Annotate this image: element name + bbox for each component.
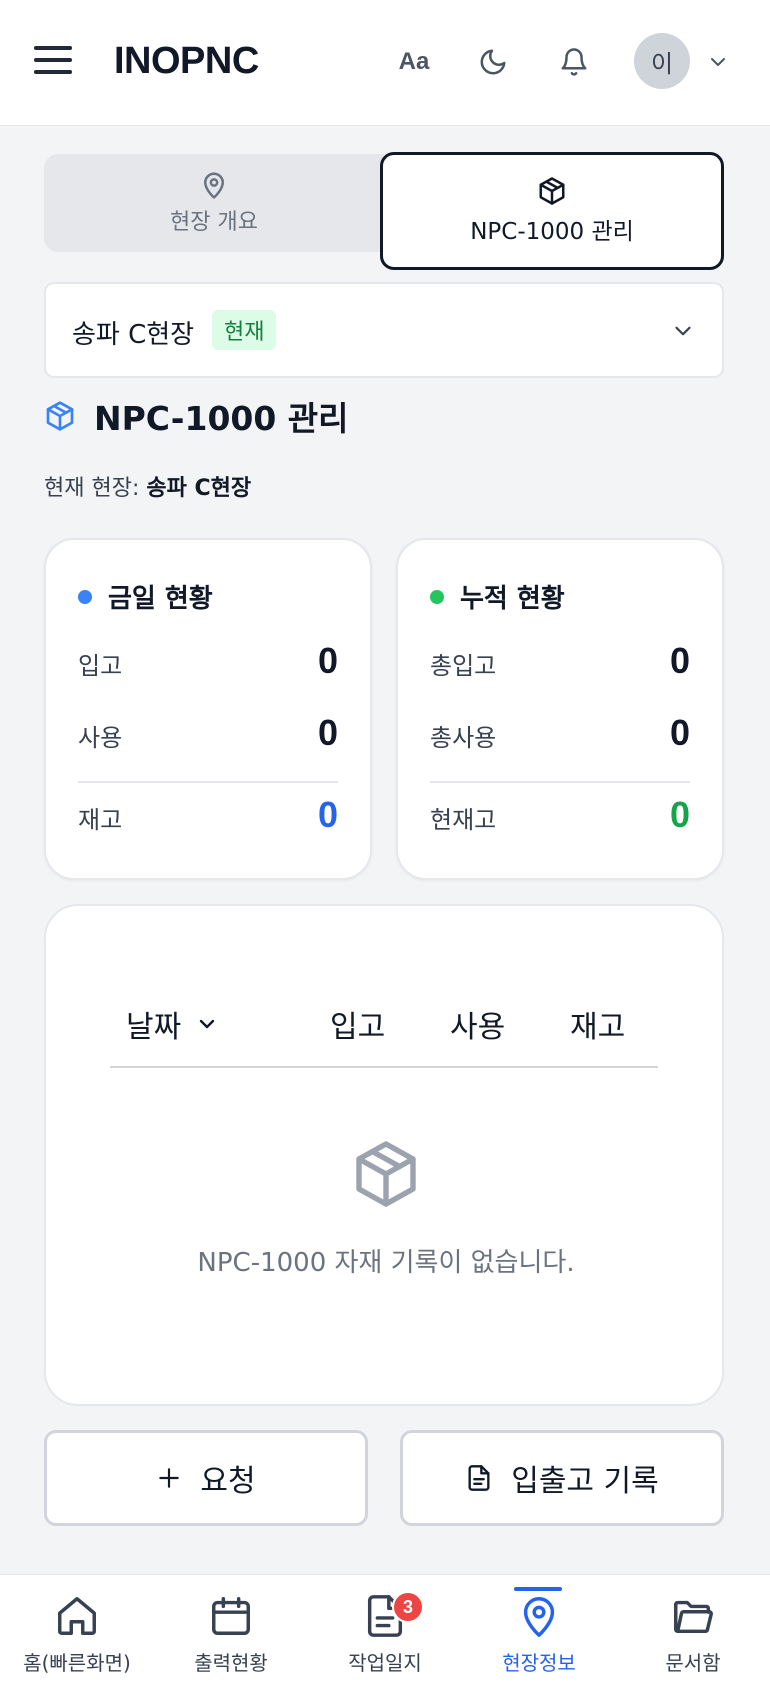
current-site-value: 송파 C현장: [146, 476, 252, 501]
card-header: 금일 현황: [78, 578, 213, 615]
current-stock-label: 현재고: [430, 806, 497, 834]
moon-icon: [480, 49, 506, 75]
current-site-label: 현재 현장:: [44, 476, 140, 501]
stock-label: 재고: [78, 806, 123, 834]
today-status-card: 금일 현황 입고 0 사용 0 재고 0: [44, 538, 372, 880]
inout-records-button[interactable]: 입출고 기록: [400, 1430, 724, 1526]
column-header-usage: 사용: [450, 1010, 506, 1045]
chevron-down-icon[interactable]: [706, 50, 730, 74]
notifications-button[interactable]: [550, 38, 598, 86]
total-incoming-label: 총입고: [430, 652, 497, 680]
tab-site-overview[interactable]: 현장 개요: [44, 154, 384, 252]
site-name: 송파 C현장: [72, 320, 195, 350]
tab-label: 현장 개요: [170, 210, 258, 235]
nav-label: 현장정보: [502, 1651, 576, 1675]
package-icon: [539, 177, 565, 205]
calendar-icon: [212, 1597, 250, 1635]
notification-count-badge: 3: [392, 1591, 424, 1623]
usage-value: 0: [317, 712, 338, 753]
chevron-down-icon: [200, 1019, 215, 1029]
nav-label: 출력현황: [194, 1651, 268, 1675]
nav-item-attendance[interactable]: 출력현황: [154, 1575, 308, 1684]
date-sort-header[interactable]: 날짜: [126, 1002, 219, 1046]
card-title: 금일 현황: [108, 584, 213, 614]
request-button[interactable]: 요청: [44, 1430, 368, 1526]
nav-item-worklog[interactable]: 작업일지: [308, 1575, 462, 1684]
header-divider: [110, 1066, 658, 1068]
section-title: NPC-1000 관리: [44, 392, 349, 440]
tab-label: NPC-1000 관리: [470, 219, 634, 245]
empty-state-message: NPC-1000 자재 기록이 없습니다.: [197, 1248, 575, 1278]
records-table: 날짜 입고 사용 재고 NPC-1000 자재 기록이 없습니다.: [44, 904, 724, 1406]
map-pin-icon: [204, 172, 224, 199]
current-site-line: 현재 현장: 송파 C현장: [44, 470, 251, 502]
column-header-incoming: 입고: [330, 1010, 386, 1045]
total-usage-value: 0: [669, 712, 690, 753]
nav-item-home[interactable]: 홈(빠른화면): [0, 1575, 154, 1684]
incoming-value: 0: [317, 640, 338, 681]
status-dot: [430, 589, 444, 604]
nav-label: 문서함: [665, 1651, 721, 1675]
column-header-date: 날짜: [126, 1010, 182, 1045]
bottom-navigation: 홈(빠른화면) 출력현황 작업일지 3 현장정보 문서함: [0, 1574, 770, 1684]
folder-icon: [674, 1600, 713, 1634]
status-badge: 현재: [212, 310, 277, 350]
plus-icon: [159, 1468, 180, 1488]
page-tabs: 현장 개요 NPC-1000 관리: [44, 152, 724, 270]
divider: [430, 781, 690, 783]
usage-label: 사용: [78, 724, 123, 752]
nav-label: 작업일지: [348, 1651, 422, 1675]
map-pin-icon: [523, 1597, 555, 1637]
nav-item-site-info[interactable]: 현장정보: [462, 1575, 616, 1684]
bell-icon: [561, 48, 587, 76]
card-title: 누적 현황: [460, 584, 565, 614]
dark-mode-button[interactable]: [469, 38, 517, 86]
font-size-button[interactable]: Aa: [390, 38, 438, 86]
card-header: 누적 현황: [430, 578, 565, 615]
avatar[interactable]: 이: [634, 33, 690, 89]
divider: [78, 781, 338, 783]
document-icon: [468, 1465, 490, 1491]
chevron-down-icon: [675, 326, 691, 336]
font-size-label: Aa: [398, 48, 430, 75]
request-button-label: 요청: [200, 1464, 256, 1499]
nav-label: 홈(빠른화면): [23, 1651, 131, 1675]
cumulative-status-card: 누적 현황 총입고 0 총사용 0 현재고 0: [396, 538, 724, 880]
total-usage-label: 총사용: [430, 724, 497, 752]
package-icon: [46, 401, 74, 431]
status-dot: [78, 589, 92, 604]
current-stock-value: 0: [669, 794, 690, 835]
menu-icon[interactable]: [34, 44, 72, 76]
page-title: NPC-1000 관리: [94, 399, 349, 438]
stock-value: 0: [317, 794, 338, 835]
tab-npc-management[interactable]: NPC-1000 관리: [380, 152, 724, 270]
app-header: INOPNC Aa 이: [0, 0, 770, 126]
incoming-label: 입고: [78, 652, 123, 680]
brand-logo: INOPNC: [114, 40, 259, 82]
inout-records-button-label: 입출고 기록: [511, 1464, 659, 1499]
home-icon: [58, 1597, 96, 1635]
package-icon: [356, 1141, 416, 1207]
site-selector[interactable]: 송파 C현장 현재: [44, 282, 724, 378]
nav-item-documents[interactable]: 문서함: [616, 1575, 770, 1684]
total-incoming-value: 0: [669, 640, 690, 681]
column-header-stock: 재고: [570, 1010, 626, 1045]
